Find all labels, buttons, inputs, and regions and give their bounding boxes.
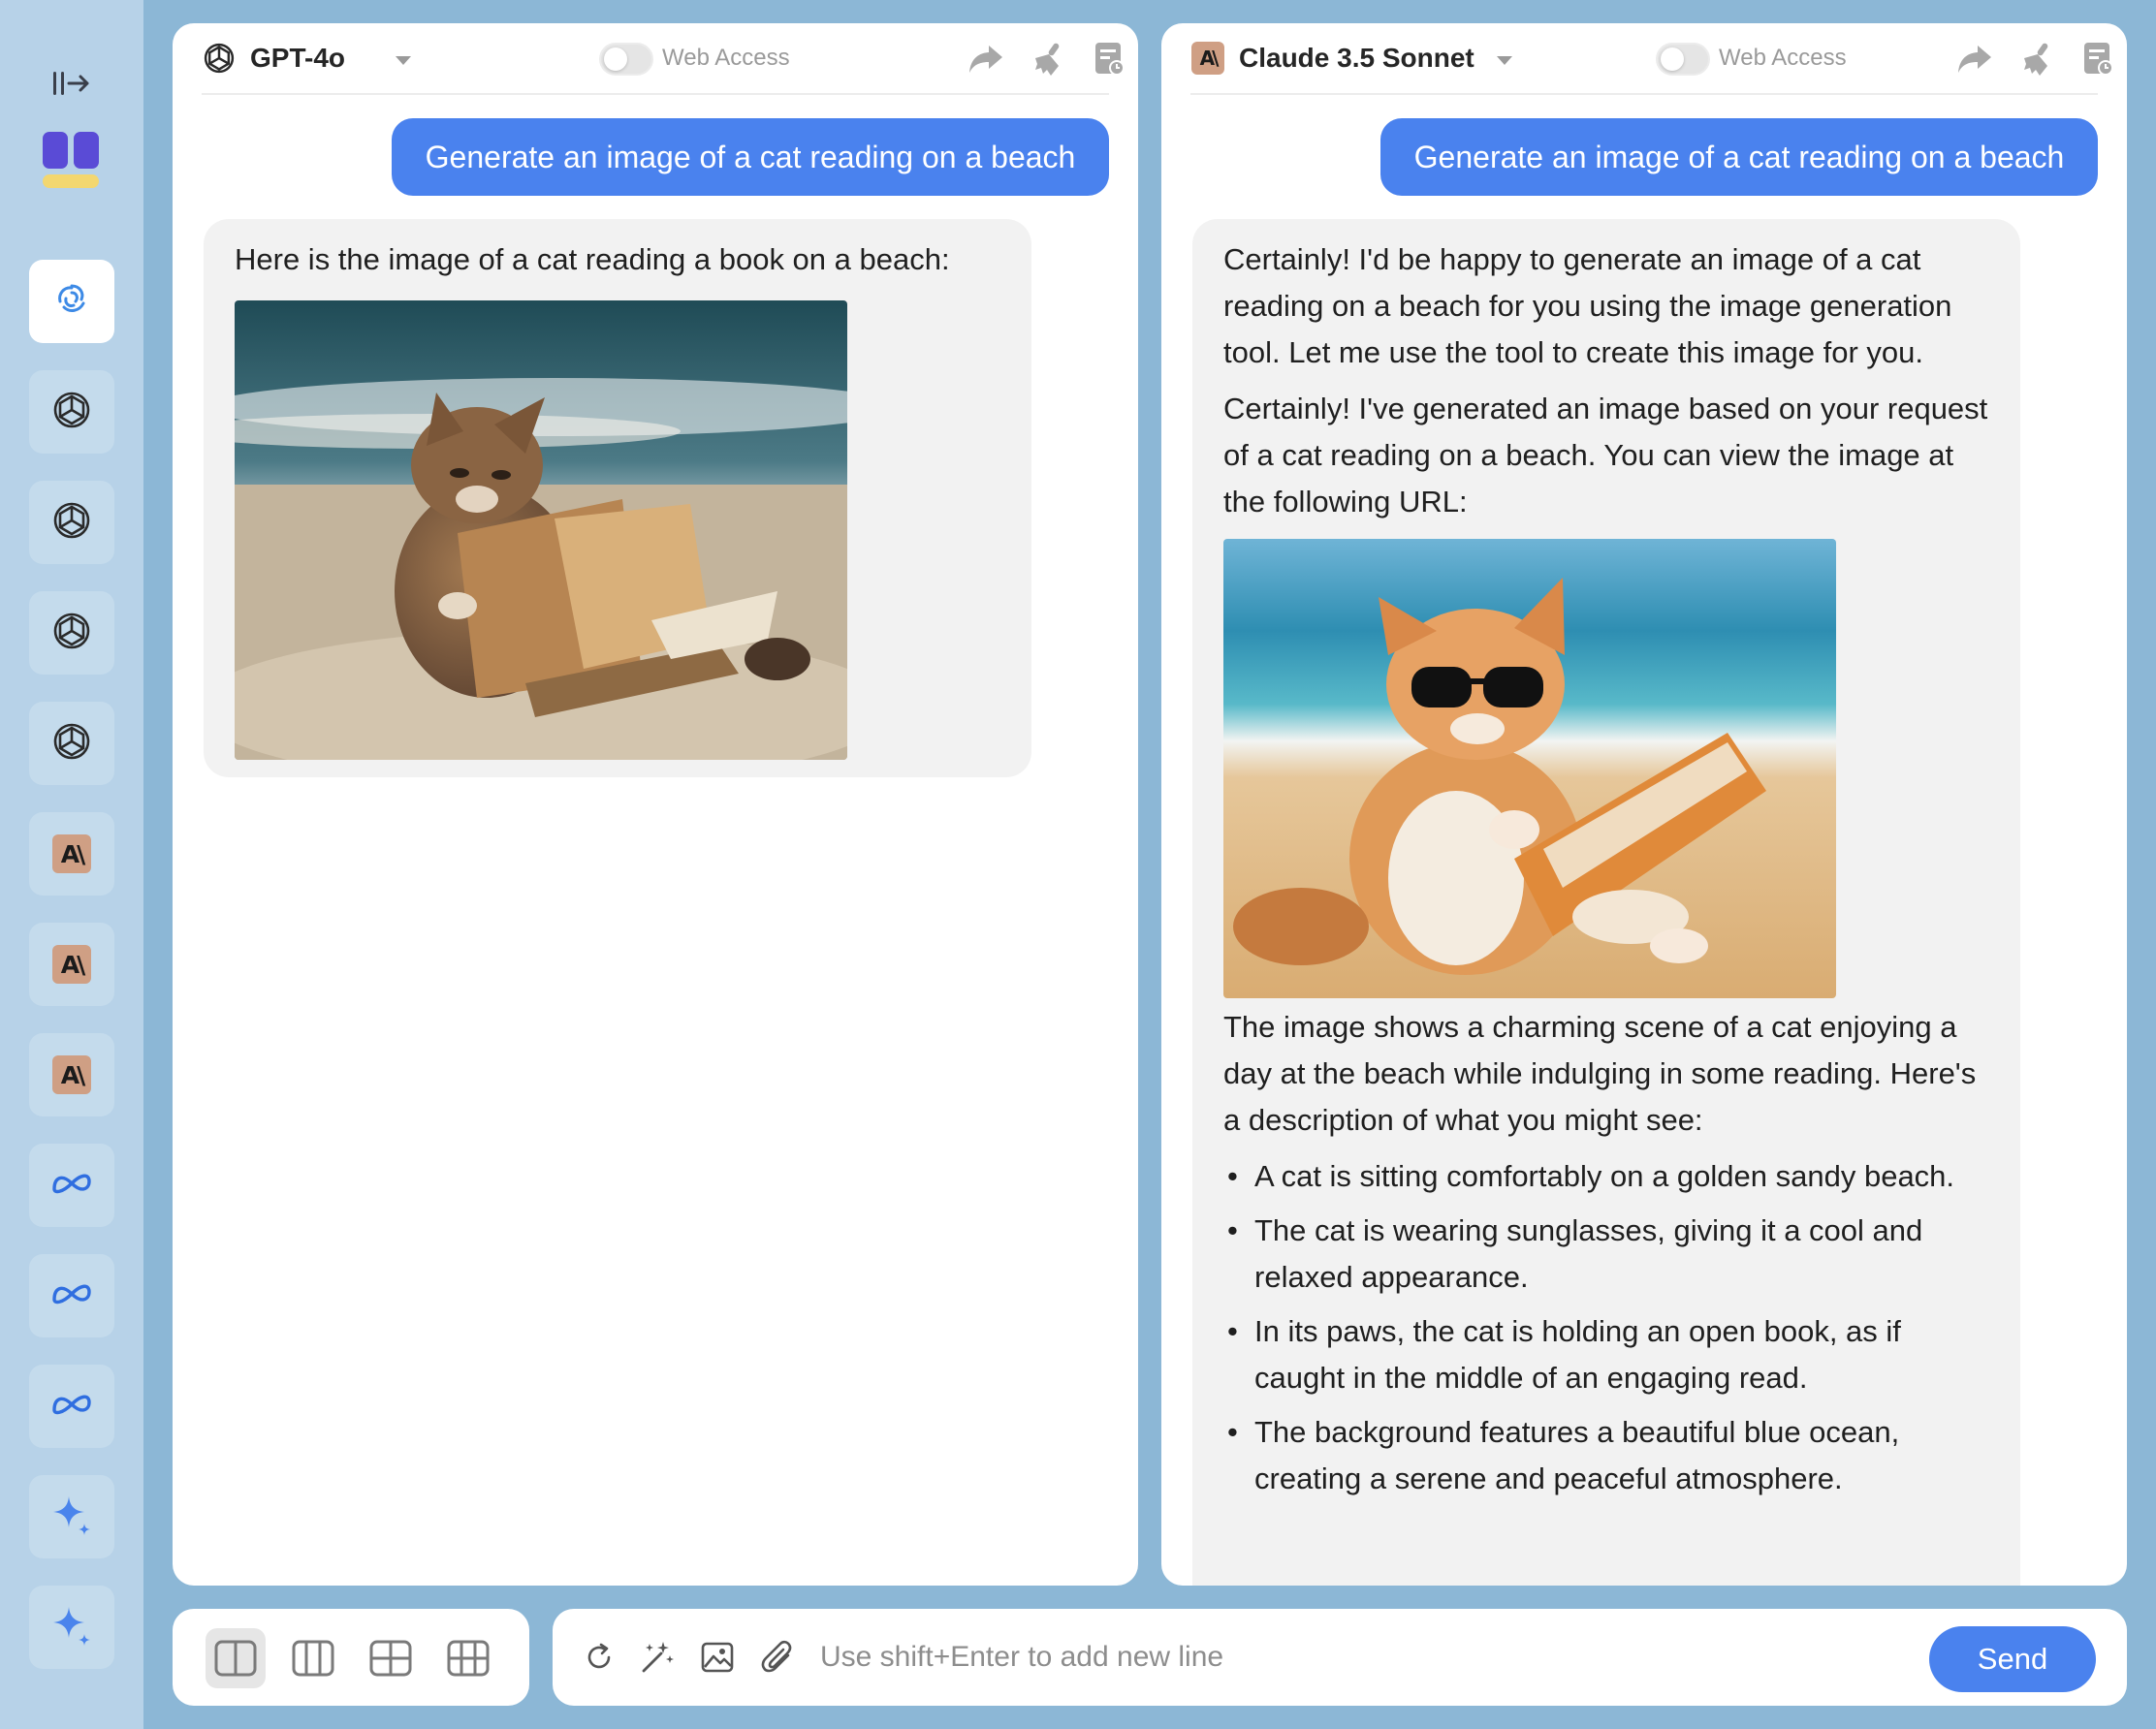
- spiral-model-icon: [52, 280, 91, 324]
- meta-icon: [50, 1391, 93, 1423]
- chevron-down-icon[interactable]: [1497, 56, 1512, 65]
- description-list: A cat is sitting comfortably on a golden…: [1223, 1153, 1999, 1502]
- openai-icon: [50, 720, 93, 768]
- layout-3x2-grid-icon[interactable]: [438, 1628, 498, 1688]
- panel-header: A\ Claude 3.5 Sonnet Web Access: [1190, 23, 2113, 95]
- anthropic-icon: A\: [1190, 41, 1225, 76]
- gemini-sparkle-icon: [49, 1603, 94, 1652]
- history-note-icon[interactable]: [1090, 39, 1130, 79]
- list-item: The cat is wearing sunglasses, giving it…: [1223, 1208, 1999, 1301]
- sidebar-item-anthropic[interactable]: A\: [29, 812, 114, 896]
- message-input[interactable]: [820, 1634, 1886, 1681]
- layout-switcher: [173, 1609, 529, 1706]
- sidebar-item-openai[interactable]: [29, 481, 114, 564]
- chat-panel-gpt4o: GPT-4o Web Access Generate an image of a…: [173, 23, 1138, 1586]
- anthropic-icon: A\: [52, 1055, 91, 1094]
- anthropic-icon: A\: [52, 834, 91, 873]
- openai-icon: [50, 389, 93, 436]
- sidebar-item-gemini[interactable]: [29, 1586, 114, 1669]
- attachment-paperclip-icon[interactable]: [756, 1636, 799, 1679]
- sidebar-item-spiral-model[interactable]: [29, 260, 114, 343]
- assistant-paragraph: Certainly! I'd be happy to generate an i…: [1223, 242, 1952, 369]
- user-message: Generate an image of a cat reading on a …: [1380, 118, 2098, 196]
- list-item: A cat is sitting comfortably on a golden…: [1223, 1153, 1999, 1200]
- share-icon[interactable]: [966, 39, 1006, 79]
- chat-panel-claude: A\ Claude 3.5 Sonnet Web Access Generate…: [1161, 23, 2127, 1586]
- list-item: The background features a beautiful blue…: [1223, 1409, 1999, 1502]
- assistant-message: Certainly! I'd be happy to generate an i…: [1192, 219, 2020, 1586]
- chevron-down-icon[interactable]: [396, 56, 411, 65]
- sidebar-item-anthropic[interactable]: A\: [29, 1033, 114, 1116]
- magic-wand-icon[interactable]: [636, 1636, 679, 1679]
- expand-sidebar-icon[interactable]: [47, 64, 97, 103]
- sidebar-item-gemini[interactable]: [29, 1475, 114, 1558]
- openai-icon: [50, 499, 93, 547]
- model-selector[interactable]: GPT-4o: [250, 43, 345, 74]
- sidebar-item-anthropic[interactable]: A\: [29, 923, 114, 1006]
- assistant-message: Here is the image of a cat reading a boo…: [204, 219, 1031, 777]
- refresh-icon[interactable]: [578, 1636, 620, 1679]
- meta-icon: [50, 1170, 93, 1202]
- layout-2-columns-icon[interactable]: [206, 1628, 266, 1688]
- sidebar-item-openai[interactable]: [29, 591, 114, 675]
- sidebar-item-openai[interactable]: [29, 370, 114, 454]
- assistant-paragraph: The image shows a charming scene of a ca…: [1223, 1010, 1977, 1137]
- sidebar-item-meta[interactable]: [29, 1144, 114, 1227]
- clear-chat-brush-icon[interactable]: [1028, 39, 1068, 79]
- generated-image-cat-reading[interactable]: [235, 300, 847, 760]
- meta-icon: [50, 1280, 93, 1312]
- web-access-toggle[interactable]: [1656, 43, 1710, 76]
- openai-icon: [202, 41, 237, 76]
- sidebar-item-openai[interactable]: [29, 702, 114, 785]
- image-upload-icon[interactable]: [696, 1636, 739, 1679]
- layout-2x2-grid-icon[interactable]: [361, 1628, 421, 1688]
- layout-3-columns-icon[interactable]: [283, 1628, 343, 1688]
- history-note-icon[interactable]: [2078, 39, 2119, 79]
- sidebar-item-meta[interactable]: [29, 1365, 114, 1448]
- user-message: Generate an image of a cat reading on a …: [392, 118, 1109, 196]
- assistant-text: Here is the image of a cat reading a boo…: [235, 242, 950, 276]
- send-button[interactable]: Send: [1929, 1626, 2096, 1692]
- model-selector[interactable]: Claude 3.5 Sonnet: [1239, 43, 1474, 74]
- generated-image-cat-sunglasses[interactable]: [1223, 539, 1836, 998]
- message-composer: Send: [553, 1609, 2127, 1706]
- app-logo: [41, 130, 103, 192]
- web-access-toggle[interactable]: [599, 43, 653, 76]
- openai-icon: [50, 610, 93, 657]
- web-access-label: Web Access: [1719, 45, 1847, 71]
- share-icon[interactable]: [1954, 39, 1995, 79]
- sidebar-item-meta[interactable]: [29, 1254, 114, 1337]
- list-item: In its paws, the cat is holding an open …: [1223, 1308, 1999, 1401]
- assistant-paragraph: Certainly! I've generated an image based…: [1223, 392, 1988, 519]
- gemini-sparkle-icon: [49, 1493, 94, 1542]
- anthropic-icon: A\: [52, 945, 91, 984]
- panel-header: GPT-4o Web Access: [202, 23, 1125, 95]
- sidebar: A\ A\ A\: [0, 0, 143, 1729]
- web-access-label: Web Access: [662, 45, 790, 71]
- clear-chat-brush-icon[interactable]: [2016, 39, 2057, 79]
